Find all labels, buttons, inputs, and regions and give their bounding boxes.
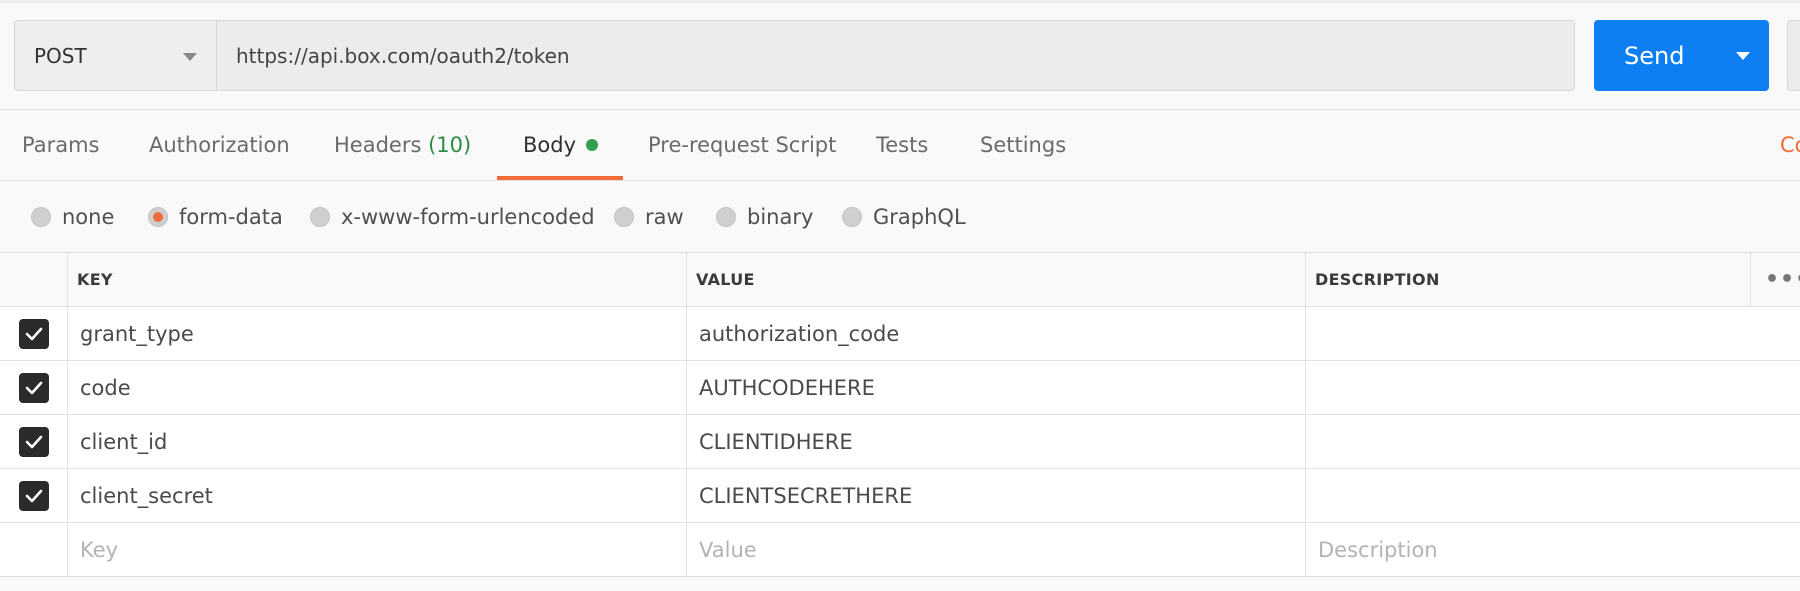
cookies-link[interactable]: Co xyxy=(1780,110,1800,180)
value-cell[interactable]: authorization_code xyxy=(687,307,1306,360)
table-row: client_secret CLIENTSECRETHERE xyxy=(0,469,1800,523)
tab-settings[interactable]: Settings xyxy=(980,110,1066,180)
radio-raw[interactable]: raw xyxy=(614,181,684,252)
radio-circle[interactable] xyxy=(614,206,634,227)
body-status-dot-icon xyxy=(586,139,599,151)
tab-headers[interactable]: Headers (10) xyxy=(334,110,471,180)
radio-form-data[interactable]: form-data xyxy=(148,181,283,252)
header-value: VALUE xyxy=(687,253,1306,306)
tab-params[interactable]: Params xyxy=(22,110,100,180)
value-cell[interactable]: AUTHCODEHERE xyxy=(687,361,1306,414)
row-check-cell xyxy=(0,523,68,576)
row-check-cell xyxy=(0,415,68,468)
table-header-row: KEY VALUE DESCRIPTION ••• xyxy=(0,253,1800,307)
key-cell[interactable]: client_id xyxy=(68,415,687,468)
row-checkbox[interactable] xyxy=(18,480,49,511)
request-bar: POST https://api.box.com/oauth2/token xyxy=(14,20,1575,91)
description-cell[interactable] xyxy=(1306,469,1750,522)
more-icon: ••• xyxy=(1765,267,1800,292)
value-cell[interactable]: CLIENTIDHERE xyxy=(687,415,1306,468)
url-input[interactable]: https://api.box.com/oauth2/token xyxy=(216,20,1575,91)
send-button[interactable]: Send xyxy=(1594,20,1769,91)
headers-count-badge: (10) xyxy=(428,133,472,157)
header-key: KEY xyxy=(68,253,687,306)
header-description: DESCRIPTION xyxy=(1315,270,1440,289)
save-button[interactable] xyxy=(1787,20,1800,91)
row-checkbox[interactable] xyxy=(18,372,49,403)
radio-circle[interactable] xyxy=(716,206,736,227)
table-row: code AUTHCODEHERE xyxy=(0,361,1800,415)
key-cell[interactable]: client_secret xyxy=(68,469,687,522)
key-input[interactable]: Key xyxy=(68,523,687,576)
checkmark-icon xyxy=(25,489,42,502)
tab-body[interactable]: Body xyxy=(523,110,599,180)
key-cell[interactable]: code xyxy=(68,361,687,414)
tab-tests[interactable]: Tests xyxy=(876,110,928,180)
checkmark-icon xyxy=(25,435,42,448)
row-checkbox[interactable] xyxy=(18,426,49,457)
radio-circle[interactable] xyxy=(842,206,862,227)
tab-authorization[interactable]: Authorization xyxy=(149,110,290,180)
table-row: client_id CLIENTIDHERE xyxy=(0,415,1800,469)
row-check-cell xyxy=(0,307,68,360)
radio-circle[interactable] xyxy=(31,206,51,227)
radio-none[interactable]: none xyxy=(31,181,114,252)
row-checkbox[interactable] xyxy=(18,318,49,349)
value-input[interactable]: Value xyxy=(687,523,1306,576)
method-value: POST xyxy=(34,43,87,68)
request-tabs: Params Authorization Headers (10) Body P… xyxy=(0,110,1800,180)
more-options-button[interactable]: ••• xyxy=(1750,253,1800,306)
description-cell[interactable] xyxy=(1306,415,1750,468)
row-check-cell xyxy=(0,361,68,414)
table-row: grant_type authorization_code xyxy=(0,307,1800,361)
description-input[interactable]: Description xyxy=(1306,523,1750,576)
tab-pre-request-script[interactable]: Pre-request Script xyxy=(648,110,836,180)
radio-x-www-form-urlencoded[interactable]: x-www-form-urlencoded xyxy=(310,181,595,252)
new-param-row: Key Value Description xyxy=(0,523,1800,577)
checkmark-icon xyxy=(25,381,42,394)
row-check-cell xyxy=(0,469,68,522)
radio-circle-selected[interactable] xyxy=(148,206,168,227)
description-cell[interactable] xyxy=(1306,307,1750,360)
method-select[interactable]: POST xyxy=(14,20,216,91)
radio-binary[interactable]: binary xyxy=(716,181,813,252)
body-type-options: none form-data x-www-form-urlencoded raw… xyxy=(0,181,1800,252)
chevron-down-icon xyxy=(183,53,197,61)
description-cell[interactable] xyxy=(1306,361,1750,414)
send-options-chevron-icon[interactable] xyxy=(1736,51,1750,60)
url-value: https://api.box.com/oauth2/token xyxy=(236,43,570,68)
send-label: Send xyxy=(1624,41,1685,70)
key-cell[interactable]: grant_type xyxy=(68,307,687,360)
radio-circle[interactable] xyxy=(310,206,330,227)
top-border xyxy=(0,0,1800,3)
radio-graphql[interactable]: GraphQL xyxy=(842,181,966,252)
value-cell[interactable]: CLIENTSECRETHERE xyxy=(687,469,1306,522)
header-check-cell xyxy=(0,253,68,306)
checkmark-icon xyxy=(25,327,42,340)
form-data-table: KEY VALUE DESCRIPTION ••• grant_type aut… xyxy=(0,253,1800,577)
